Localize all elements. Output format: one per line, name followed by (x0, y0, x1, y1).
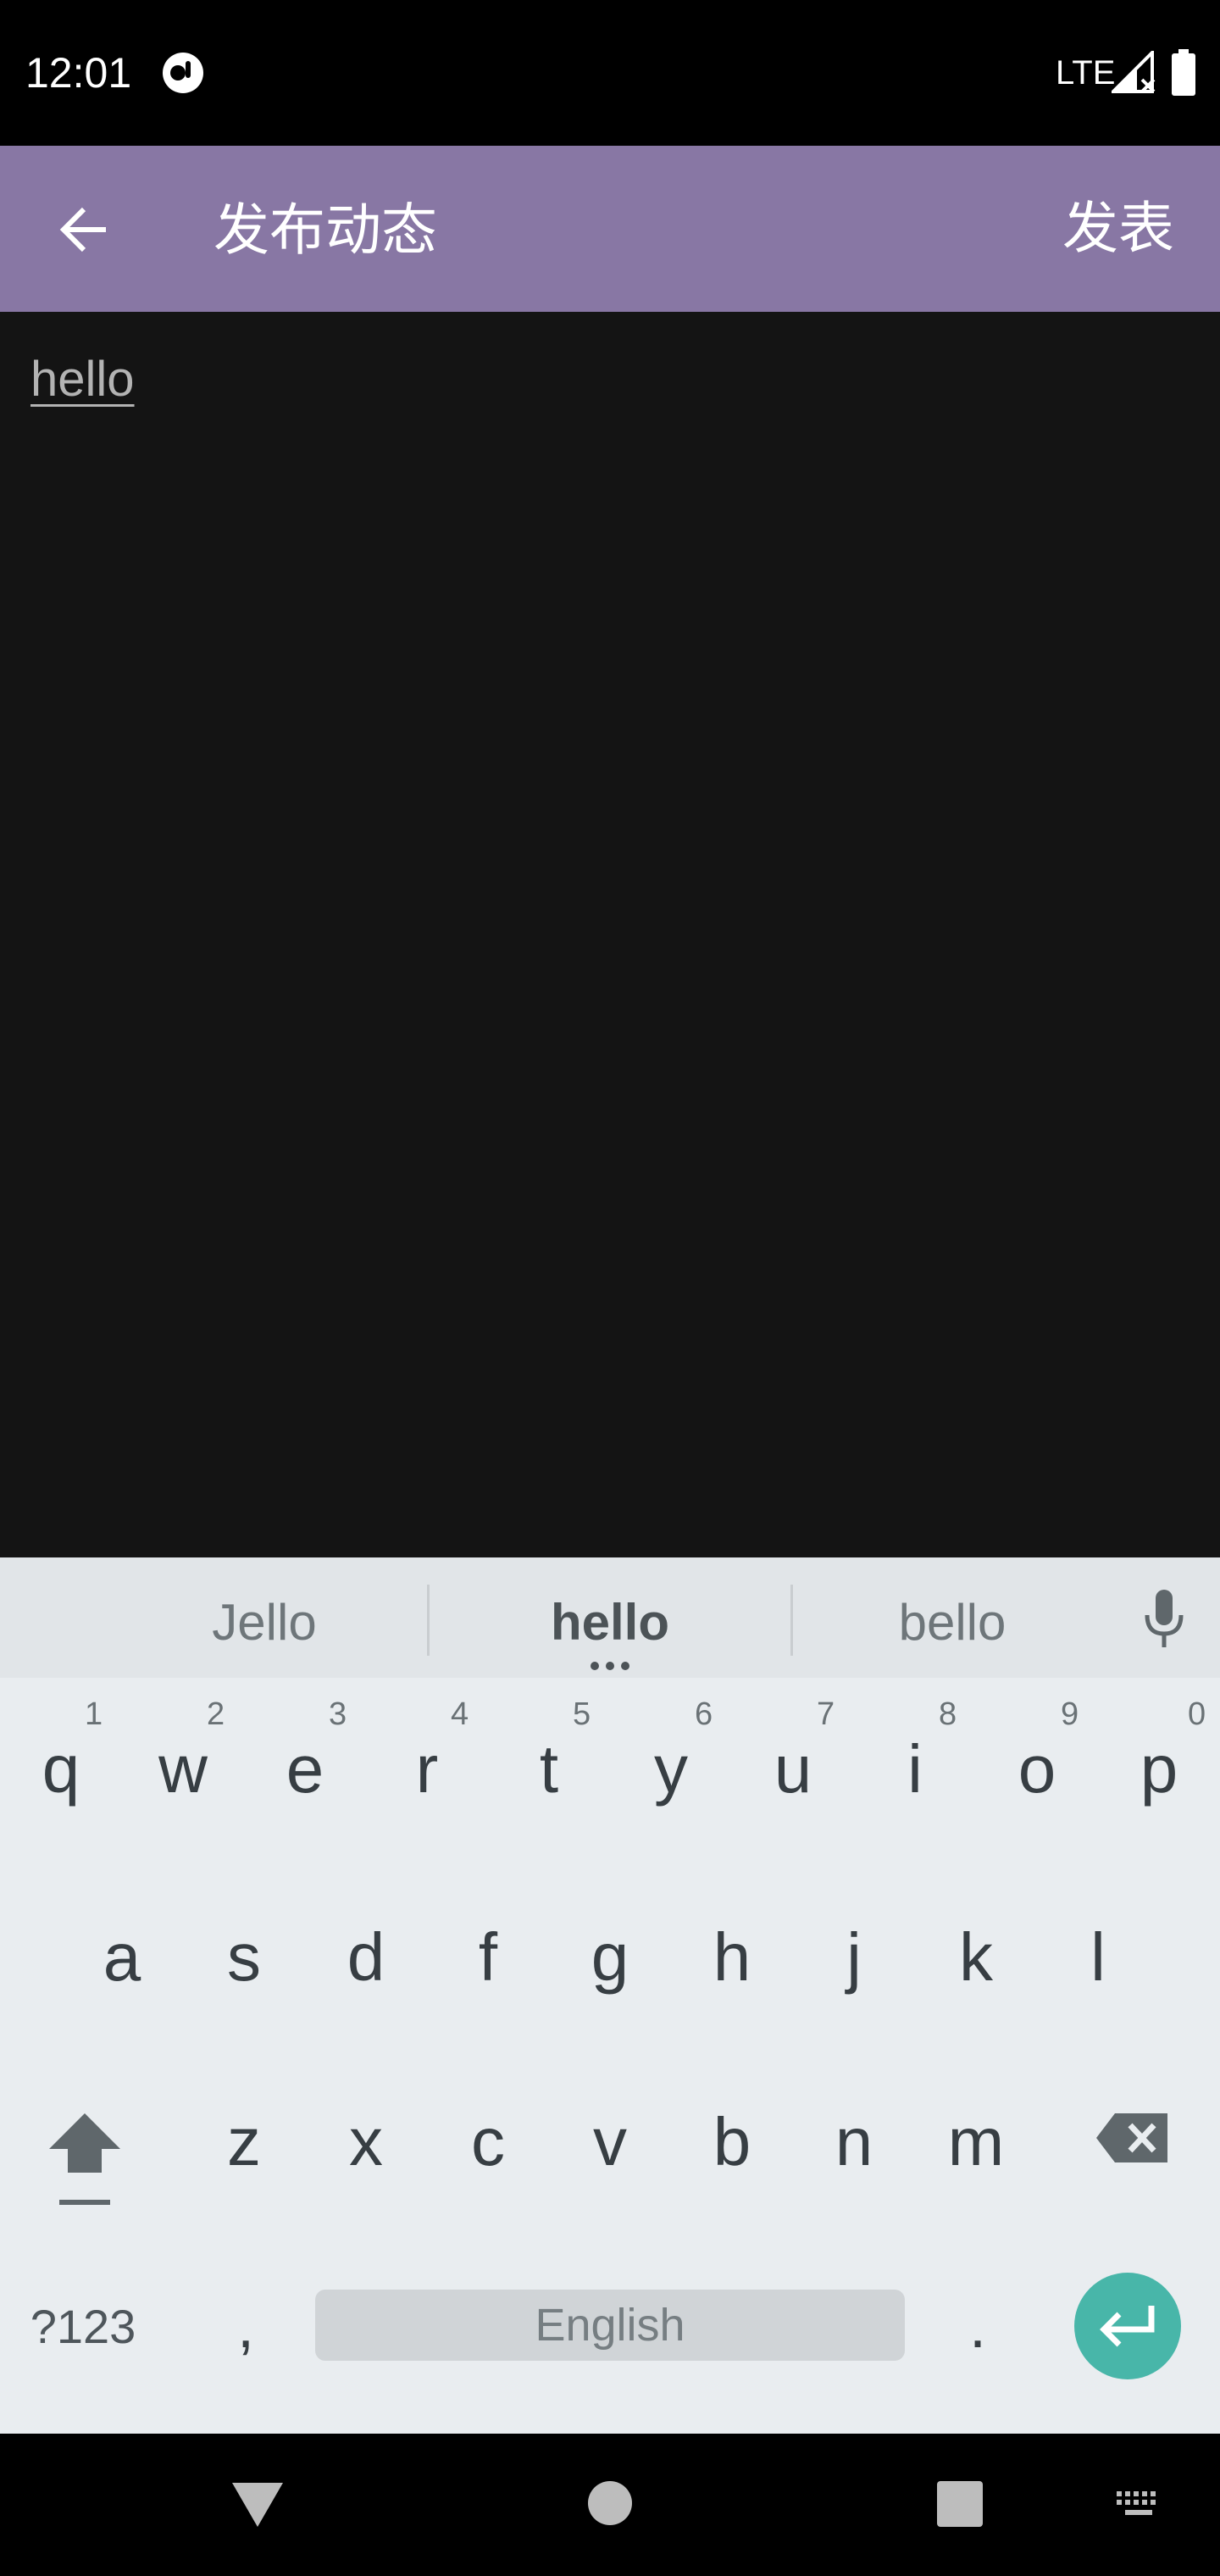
publish-button[interactable]: 发表 (1062, 193, 1174, 264)
symbols-key[interactable]: ?123 (17, 2276, 149, 2378)
enter-arrow-icon (1100, 2306, 1155, 2347)
key-m[interactable]: m (915, 2056, 1037, 2237)
key-f[interactable]: f (427, 1871, 549, 2052)
keyboard-switch-icon[interactable] (1115, 2488, 1162, 2522)
period-key[interactable]: . (935, 2276, 1020, 2378)
suggestion-right[interactable]: bello (793, 1559, 1112, 1686)
key-a[interactable]: a (61, 1871, 183, 2052)
key-i[interactable]: 8i (854, 1685, 976, 1866)
nav-recents-icon[interactable] (937, 2481, 983, 2527)
backspace-icon[interactable] (1095, 2112, 1171, 2164)
key-c[interactable]: c (427, 2056, 549, 2237)
post-text[interactable]: hello (30, 347, 135, 412)
shift-icon[interactable] (41, 2105, 129, 2215)
space-key[interactable]: English (315, 2290, 905, 2361)
key-p[interactable]: 0p (1098, 1685, 1220, 1866)
key-w[interactable]: 2w (122, 1685, 244, 1866)
network-type: LTE (1056, 54, 1116, 92)
key-q[interactable]: 1q (0, 1685, 122, 1866)
status-time: 12:01 (25, 49, 132, 97)
key-h[interactable]: h (671, 1871, 793, 2052)
key-r[interactable]: 4r (366, 1685, 488, 1866)
nav-home-icon[interactable] (586, 2479, 634, 2527)
suggestion-left[interactable]: Jello (102, 1559, 427, 1686)
key-u[interactable]: 7u (732, 1685, 854, 1866)
key-g[interactable]: g (549, 1871, 671, 2052)
key-o[interactable]: 9o (976, 1685, 1098, 1866)
key-k[interactable]: k (915, 1871, 1037, 2052)
key-e[interactable]: 3e (244, 1685, 366, 1866)
key-v[interactable]: v (549, 2056, 671, 2237)
key-b[interactable]: b (671, 2056, 793, 2237)
page-title: 发布动态 (214, 197, 437, 263)
signal-icon (1112, 51, 1156, 93)
battery-icon (1172, 49, 1195, 96)
key-x[interactable]: x (305, 2056, 427, 2237)
arrow-left-icon (59, 207, 106, 253)
key-j[interactable]: j (793, 1871, 915, 2052)
post-content-editor[interactable] (0, 312, 1220, 1557)
back-button[interactable] (37, 183, 130, 276)
comma-key[interactable]: , (203, 2276, 288, 2378)
microphone-icon[interactable] (1140, 1588, 1188, 1649)
key-t[interactable]: 5t (488, 1685, 610, 1866)
app-notification-icon (163, 53, 203, 93)
app-bar (0, 146, 1220, 312)
enter-key[interactable] (1074, 2273, 1181, 2379)
key-s[interactable]: s (183, 1871, 305, 2052)
key-l[interactable]: l (1037, 1871, 1159, 2052)
more-suggestions-icon[interactable] (588, 1661, 632, 1671)
nav-back-icon[interactable] (227, 2474, 288, 2535)
key-d[interactable]: d (305, 1871, 427, 2052)
key-z[interactable]: z (183, 2056, 305, 2237)
key-y[interactable]: 6y (610, 1685, 732, 1866)
key-n[interactable]: n (793, 2056, 915, 2237)
